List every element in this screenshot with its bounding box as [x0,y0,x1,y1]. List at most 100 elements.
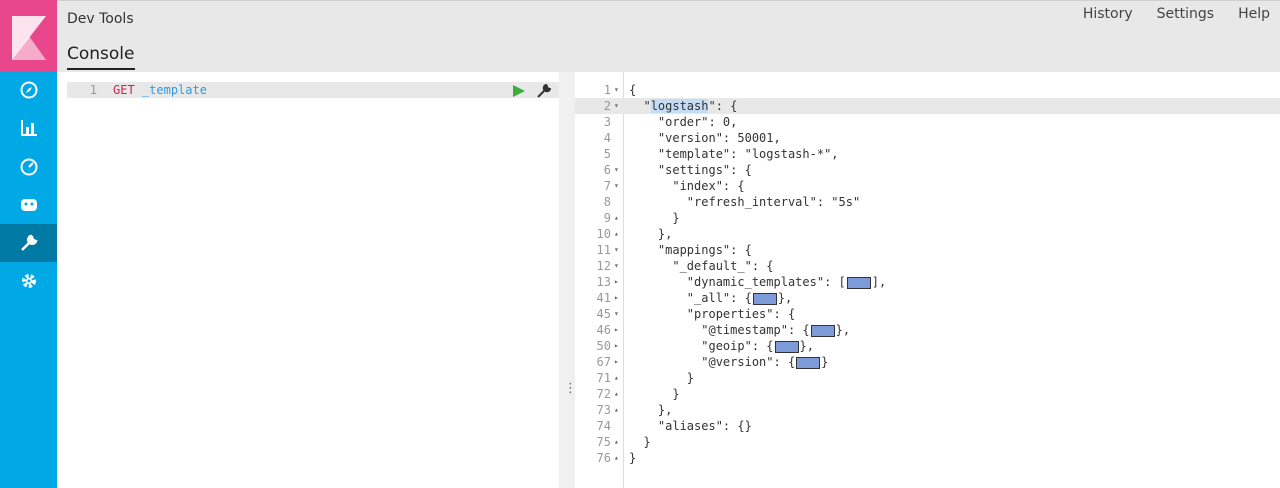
fold-toggle-icon[interactable]: ▾ [614,178,622,194]
wrench-icon[interactable] [0,224,57,262]
output-code: "geoip": {}, [629,339,814,353]
output-line: 50 ▸ "geoip": {}, [575,338,1280,354]
output-line: 76 ▴} [575,450,1280,466]
compass-icon[interactable] [0,71,57,109]
output-code: "_default_": { [629,259,774,273]
fold-toggle-icon[interactable]: ▴ [614,386,622,402]
output-code: "@version": {} [629,355,829,369]
output-line-number: 45 [596,307,611,321]
output-code: } [629,211,680,225]
timelion-icon[interactable] [0,186,57,224]
history-link[interactable]: History [1083,6,1133,22]
fold-toggle-icon[interactable]: ▴ [614,210,622,226]
fold-toggle-icon[interactable]: ▴ [614,370,622,386]
output-line: 67 ▸ "@version": {} [575,354,1280,370]
top-bar: Dev Tools Console History Settings Help [57,0,1280,72]
output-line-number: 75 [596,435,611,449]
output-line-number: 12 [596,259,611,273]
request-wrench-icon[interactable] [537,83,552,98]
output-line-number: 67 [596,355,611,369]
fold-toggle-icon[interactable]: ▸ [614,274,622,290]
output-code: "index": { [629,179,745,193]
editor-line-number: 1 [89,83,97,97]
fold-toggle-icon[interactable]: ▾ [614,258,622,274]
output-line: 6 ▾ "settings": { [575,162,1280,178]
output-code: "template": "logstash-*", [629,147,839,161]
fold-toggle-icon[interactable]: ▴ [614,226,622,242]
bar-chart-icon[interactable] [0,109,57,147]
fold-toggle-icon[interactable]: ▴ [614,434,622,450]
output-code: "dynamic_templates": [], [629,275,887,289]
sidebar [0,0,57,488]
request-url: _template [141,83,207,97]
fold-toggle-icon[interactable]: ▾ [614,242,622,258]
output-code: "refresh_interval": "5s" [629,195,861,209]
fold-toggle-icon[interactable]: ▸ [614,354,622,370]
output-line: 7 ▾ "index": { [575,178,1280,194]
output-line: 45 ▾ "properties": { [575,306,1280,322]
output-line: 75 ▴ } [575,434,1280,450]
fold-toggle-icon[interactable]: ▾ [614,98,622,114]
output-line-number: 46 [596,323,611,337]
output-line-number: 8 [603,195,611,209]
output-line: 9 ▴ } [575,210,1280,226]
fold-toggle-icon[interactable]: ▾ [614,82,622,98]
request-line[interactable]: GET _template [113,82,207,98]
gear-icon[interactable] [0,262,57,300]
top-links: History Settings Help [1083,6,1270,22]
output-line-number: 41 [596,291,611,305]
output-line: 71 ▴ } [575,370,1280,386]
fold-toggle-icon[interactable]: ▸ [614,290,622,306]
collapsed-fold-widget[interactable] [752,292,777,305]
output-line-number: 1 [603,83,611,97]
request-editor[interactable]: 1 GET _template [67,80,559,488]
app-title: Dev Tools [67,11,134,27]
output-code: "mappings": { [629,243,752,257]
help-link[interactable]: Help [1238,6,1270,22]
response-output[interactable]: 1 ▾{2 ▾ "logstash": {3 "order": 0, 4 "versi… [575,72,1280,488]
fold-toggle-icon[interactable]: ▸ [614,322,622,338]
settings-link[interactable]: Settings [1157,6,1214,22]
fold-toggle-icon[interactable]: ▸ [614,338,622,354]
output-line-number: 76 [596,451,611,465]
output-line-number: 4 [603,131,611,145]
fold-toggle-icon[interactable]: ▾ [614,162,622,178]
output-line: 11 ▾ "mappings": { [575,242,1280,258]
output-line-number: 71 [596,371,611,385]
output-code: "settings": { [629,163,752,177]
output-line-number: 72 [596,387,611,401]
output-code: "@timestamp": {}, [629,323,851,337]
fold-toggle-icon[interactable]: ▾ [614,306,622,322]
kibana-logo[interactable] [0,0,57,72]
output-code: "properties": { [629,307,796,321]
output-code: "aliases": {} [629,419,752,433]
collapsed-fold-widget[interactable] [796,356,821,369]
output-line-number: 9 [603,211,611,225]
output-line-number: 6 [603,163,611,177]
fold-toggle-icon[interactable]: ▴ [614,402,622,418]
output-line: 10 ▴ }, [575,226,1280,242]
collapsed-fold-widget[interactable] [774,340,799,353]
collapsed-fold-widget[interactable] [810,324,835,337]
request-method: GET [113,83,135,97]
dashboard-icon[interactable] [0,148,57,186]
output-line-number: 10 [596,227,611,241]
output-code: } [629,371,695,385]
output-code: } [629,387,680,401]
output-line: 2 ▾ "logstash": { [575,98,1280,114]
collapsed-fold-widget[interactable] [846,276,871,289]
output-line: 12 ▾ "_default_": { [575,258,1280,274]
panel-splitter[interactable]: ⋮ [559,72,577,488]
fold-toggle-icon[interactable]: ▴ [614,450,622,466]
run-request-button[interactable] [512,83,526,97]
output-line: 73 ▴ }, [575,402,1280,418]
output-code: }, [629,403,673,417]
output-line: 13 ▸ "dynamic_templates": [], [575,274,1280,290]
output-line-number: 50 [596,339,611,353]
output-line-number: 73 [596,403,611,417]
output-line-number: 2 [603,99,611,113]
output-line: 5 "template": "logstash-*", [575,146,1280,162]
output-line-number: 7 [603,179,611,193]
page-title[interactable]: Console [67,44,135,70]
output-line: 3 "order": 0, [575,114,1280,130]
